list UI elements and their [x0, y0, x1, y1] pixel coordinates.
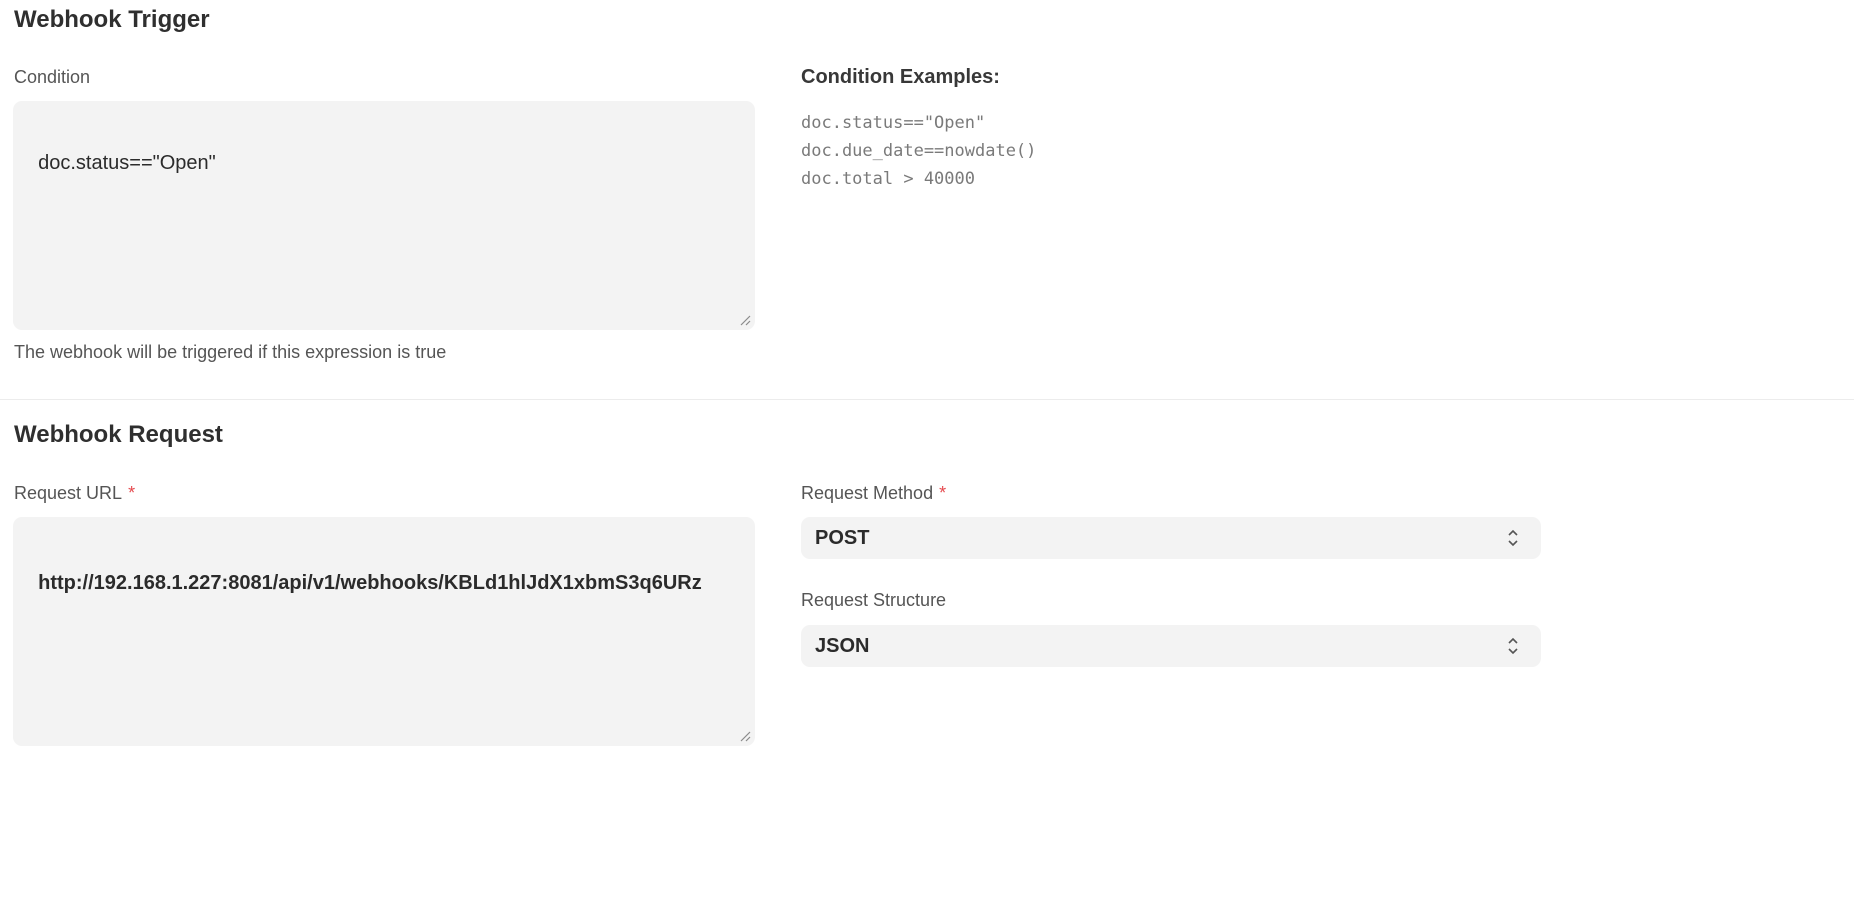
request-url-label: Request URL: [14, 483, 123, 503]
chevron-up-down-icon: [1508, 637, 1518, 655]
condition-textarea[interactable]: doc.status=="Open": [13, 101, 755, 330]
condition-label: Condition: [14, 67, 91, 87]
condition-example-line: doc.due_date==nowdate(): [801, 141, 1037, 161]
request-method-label-group: Request Method *: [801, 483, 946, 504]
section-divider: [0, 399, 1854, 400]
chevron-up-down-icon: [1508, 529, 1518, 547]
required-marker: *: [939, 483, 947, 503]
request-method-select[interactable]: POST: [801, 517, 1541, 559]
request-url-textarea[interactable]: http://192.168.1.227:8081/api/v1/webhook…: [13, 517, 755, 746]
request-structure-value: JSON: [815, 634, 870, 657]
required-marker: *: [128, 483, 136, 503]
request-structure-select[interactable]: JSON: [801, 625, 1541, 667]
resize-grip-icon[interactable]: [739, 730, 751, 742]
request-url-label-group: Request URL *: [14, 483, 135, 504]
request-url-value: http://192.168.1.227:8081/api/v1/webhook…: [38, 572, 702, 594]
request-structure-label: Request Structure: [801, 590, 947, 610]
resize-grip-icon[interactable]: [739, 314, 751, 326]
webhook-trigger-title: Webhook Trigger: [14, 6, 210, 33]
condition-example-line: doc.total > 40000: [801, 169, 975, 189]
condition-example-line: doc.status=="Open": [801, 113, 986, 133]
condition-examples-title: Condition Examples:: [801, 66, 1000, 88]
request-method-value: POST: [815, 526, 870, 549]
request-method-label: Request Method: [801, 483, 934, 503]
condition-value: doc.status=="Open": [38, 152, 216, 174]
webhook-request-title: Webhook Request: [14, 421, 223, 448]
condition-help-text: The webhook will be triggered if this ex…: [14, 342, 447, 362]
